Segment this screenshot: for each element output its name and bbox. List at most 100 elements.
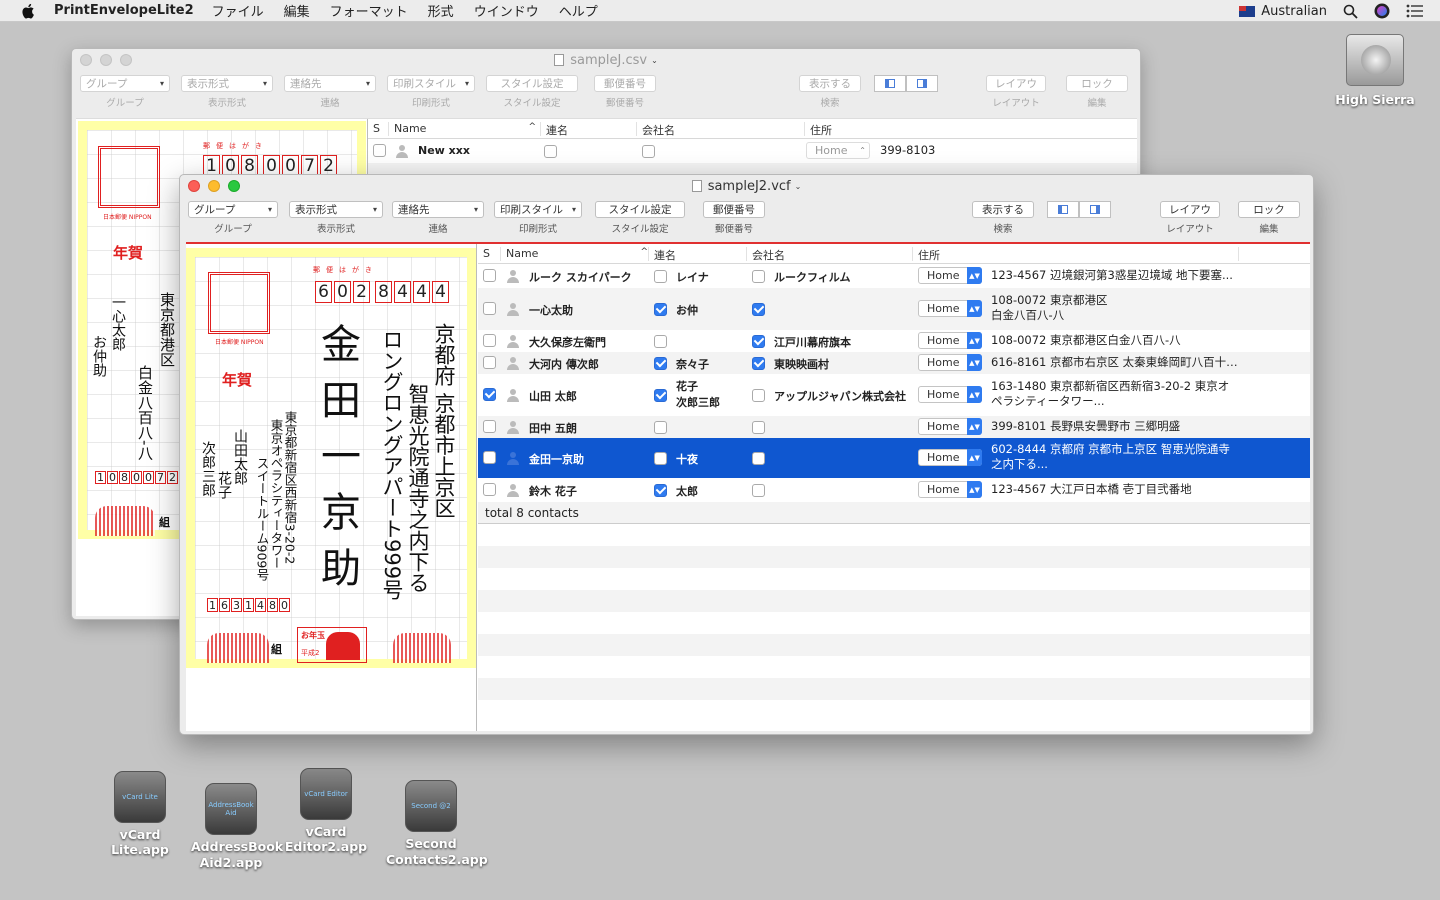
view-segmented-control[interactable]	[874, 75, 938, 92]
menu-window[interactable]: ウインドウ	[474, 1, 539, 20]
address-type-popup[interactable]: Home ⌃	[806, 142, 870, 159]
left-pane-icon[interactable]	[1047, 201, 1079, 218]
column-s-header[interactable]: S	[478, 247, 490, 261]
desktop-drive-high-sierra[interactable]: High Sierra	[1330, 34, 1420, 107]
table-row[interactable]: 田中 五朗 Home ▲▼ 399-8101 長野県安曇野市 三郷明盛	[478, 416, 1310, 438]
right-pane-icon[interactable]	[1079, 201, 1111, 218]
select-checkbox[interactable]	[483, 334, 496, 347]
joint-checkbox[interactable]	[654, 335, 667, 348]
company-checkbox[interactable]	[752, 335, 765, 348]
style-settings-button[interactable]: スタイル設定	[486, 75, 578, 92]
select-checkbox[interactable]	[483, 420, 496, 433]
print-style-popup[interactable]: 印刷スタイル ▾	[387, 75, 475, 92]
input-source-menu[interactable]: Australian	[1239, 4, 1327, 19]
column-s-header[interactable]: S	[368, 122, 380, 136]
company-checkbox[interactable]	[752, 389, 765, 402]
joint-checkbox[interactable]	[654, 484, 667, 497]
spotlight-search-icon[interactable]	[1343, 4, 1358, 19]
close-button[interactable]	[80, 54, 92, 66]
company-checkbox[interactable]	[752, 452, 765, 465]
select-checkbox[interactable]	[483, 451, 496, 464]
window-titlebar[interactable]: sampleJ.csv ⌄	[72, 49, 1140, 71]
company-checkbox[interactable]	[752, 357, 765, 370]
right-pane-icon[interactable]	[906, 75, 938, 92]
column-address-header[interactable]: 住所	[912, 247, 940, 262]
company-checkbox[interactable]	[752, 484, 765, 497]
show-button[interactable]: 表示する	[799, 75, 861, 92]
desktop-app-vcard-lite[interactable]: vCard Lite vCard Lite.app	[90, 771, 190, 857]
company-checkbox[interactable]	[752, 270, 765, 283]
siri-icon[interactable]	[1374, 3, 1390, 19]
table-row-selected[interactable]: 金田一京助 十夜 Home ▲▼ 602-8444 京都府 京都市上京区 智恵光院…	[478, 438, 1310, 478]
address-type-popup[interactable]: Home ▲▼	[918, 386, 982, 403]
style-settings-button[interactable]: スタイル設定	[595, 201, 685, 218]
print-style-popup[interactable]: 印刷スタイル ▾	[494, 201, 582, 218]
joint-checkbox[interactable]	[654, 303, 667, 316]
address-type-popup[interactable]: Home ▲▼	[918, 354, 982, 371]
menu-help[interactable]: ヘルプ	[559, 1, 598, 20]
column-name-header[interactable]: Name ^	[500, 247, 652, 261]
close-button[interactable]	[188, 180, 200, 192]
joint-checkbox[interactable]	[654, 452, 667, 465]
joint-checkbox[interactable]	[654, 357, 667, 370]
address-type-popup[interactable]: Home ▲▼	[918, 449, 982, 466]
zoom-button[interactable]	[228, 180, 240, 192]
table-row[interactable]: 鈴木 花子 太郎 Home ▲▼ 123-4567 大江戸日本橋 壱丁目弐番地	[478, 478, 1310, 502]
postal-code-button[interactable]: 郵便番号	[594, 75, 656, 92]
joint-checkbox[interactable]	[654, 389, 667, 402]
select-checkbox[interactable]	[483, 388, 496, 401]
layout-button[interactable]: レイアウ	[1160, 201, 1220, 218]
contact-popup[interactable]: 連絡先 ▾	[392, 201, 484, 218]
front-document-window[interactable]: sampleJ2.vcf ⌄ グループ ▾ グループ 表示形式 ▾ 表示形式 連絡先 ▾ 連絡…	[179, 174, 1314, 735]
layout-button[interactable]: レイアウ	[986, 75, 1046, 92]
company-checkbox[interactable]	[752, 421, 765, 434]
company-checkbox[interactable]	[752, 303, 765, 316]
select-checkbox[interactable]	[483, 356, 496, 369]
column-joint-header[interactable]: 連名	[648, 247, 676, 262]
menu-format[interactable]: フォーマット	[330, 1, 408, 20]
apple-icon[interactable]	[20, 3, 38, 19]
column-name-header[interactable]: Name ^	[388, 122, 540, 136]
address-type-popup[interactable]: Home ▲▼	[918, 481, 982, 498]
window-titlebar[interactable]: sampleJ2.vcf ⌄	[180, 175, 1313, 197]
select-checkbox[interactable]	[483, 302, 496, 315]
company-checkbox[interactable]	[642, 145, 655, 158]
select-checkbox[interactable]	[483, 483, 496, 496]
joint-checkbox[interactable]	[544, 145, 557, 158]
display-format-popup[interactable]: 表示形式 ▾	[289, 201, 383, 218]
menu-file[interactable]: ファイル	[212, 1, 264, 20]
left-pane-icon[interactable]	[874, 75, 906, 92]
lock-button[interactable]: ロック	[1066, 75, 1128, 92]
address-type-popup[interactable]: Home ▲▼	[918, 332, 982, 349]
address-type-popup[interactable]: Home ▲▼	[918, 418, 982, 435]
app-menu[interactable]: PrintEnvelopeLite2	[54, 3, 194, 18]
view-segmented-control[interactable]	[1047, 201, 1111, 218]
group-popup[interactable]: グループ ▾	[188, 201, 278, 218]
show-button[interactable]: 表示する	[972, 201, 1034, 218]
column-company-header[interactable]: 会社名	[636, 122, 675, 137]
table-row[interactable]: 大河内 傳次郎 奈々子 東映映画村 Home ▲▼ 616-8161 京都市右京区…	[478, 352, 1310, 374]
desktop-app-second-contacts2[interactable]: Second @2 Second Contacts2.app	[381, 780, 488, 868]
joint-checkbox[interactable]	[654, 270, 667, 283]
chevron-down-icon[interactable]: ⌄	[651, 56, 658, 65]
table-row[interactable]: 大久保彦左衛門 江戸川幕府旗本 Home ▲▼ 108-0072 東京都港区白金八…	[478, 330, 1310, 352]
table-row[interactable]: New xxx Home ⌃ 399-8103	[368, 139, 1137, 163]
column-joint-header[interactable]: 連名	[540, 122, 568, 137]
table-row[interactable]: ルーク スカイパーク レイナ ルークフィルム Home ▲▼ 123-4567 辺…	[478, 264, 1310, 288]
select-checkbox[interactable]	[373, 144, 386, 157]
group-popup[interactable]: グループ ▾	[80, 75, 170, 92]
minimize-button[interactable]	[100, 54, 112, 66]
minimize-button[interactable]	[208, 180, 220, 192]
menu-style[interactable]: 形式	[428, 1, 454, 20]
desktop-app-addressbook-aid2[interactable]: AddressBook Aid AddressBook Aid2.app	[186, 783, 283, 871]
table-row[interactable]: 山田 太郎 花子 次郎三郎 アップルジャパン株式会社 Home ▲▼ 163-14…	[478, 374, 1310, 416]
joint-checkbox[interactable]	[654, 421, 667, 434]
notification-center-icon[interactable]	[1406, 4, 1424, 18]
display-format-popup[interactable]: 表示形式 ▾	[181, 75, 273, 92]
chevron-down-icon[interactable]: ⌄	[795, 182, 802, 191]
table-row[interactable]: 一心太助 お仲 Home ▲▼ 108-0072 東京都港区 白金八百八-八	[478, 288, 1310, 330]
desktop-app-vcard-editor2[interactable]: vCard Editor vCard Editor2.app	[270, 768, 382, 854]
lock-button[interactable]: ロック	[1238, 201, 1300, 218]
address-type-popup[interactable]: Home ▲▼	[918, 267, 982, 284]
select-checkbox[interactable]	[483, 269, 496, 282]
